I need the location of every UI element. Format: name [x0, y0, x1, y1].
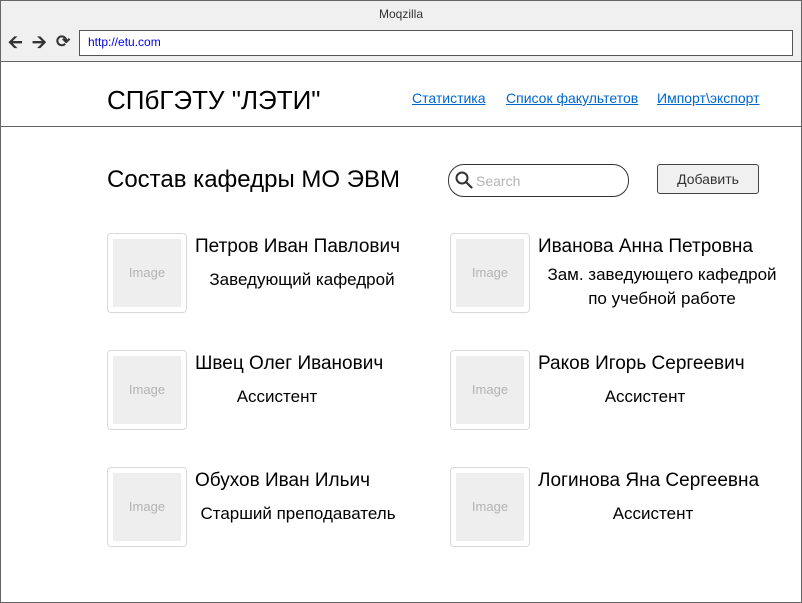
person-name: Обухов Иван Ильич — [195, 470, 370, 491]
person-photo: Image — [107, 350, 187, 430]
image-placeholder-label: Image — [471, 382, 509, 397]
person-name: Швец Олег Иванович — [195, 353, 384, 374]
person-photo: Image — [107, 233, 187, 313]
add-button[interactable]: Добавить — [657, 164, 759, 194]
nav-link-faculties[interactable]: Список факультетов — [506, 90, 638, 106]
person-name: Логинова Яна Сергеевна — [538, 470, 760, 491]
person-photo: Image — [450, 350, 530, 430]
person-photo: Image — [107, 467, 187, 547]
person-name: Раков Игорь Сергеевич — [538, 353, 745, 374]
nav-link-import-export[interactable]: Импорт\экспорт — [657, 90, 760, 106]
person-name: Петров Иван Павлович — [195, 236, 401, 257]
person-role-line-1: Зам. заведующего кафедрой — [547, 265, 777, 284]
address-bar[interactable] — [79, 30, 796, 56]
person-photo: Image — [450, 233, 530, 313]
person-name: Иванова Анна Петровна — [538, 236, 753, 257]
back-arrow-icon[interactable]: 🡨 — [8, 32, 23, 52]
search-icon — [455, 171, 473, 189]
image-placeholder-label: Image — [471, 265, 509, 280]
search-box[interactable] — [448, 164, 629, 197]
image-placeholder-label: Image — [128, 382, 166, 397]
person-role: Ассистент — [236, 387, 318, 406]
person-role: Ассистент — [604, 387, 686, 406]
site-title: СПбГЭТУ "ЛЭТИ" — [107, 85, 321, 115]
person-role-line-2: по учебной работе — [588, 289, 736, 308]
image-placeholder-label: Image — [471, 499, 509, 514]
browser-window: Moqzilla 🡨 🡪 ⟳ СПбГЭТУ "ЛЭТИ" Статистика… — [0, 0, 802, 603]
browser-chrome: Moqzilla 🡨 🡪 ⟳ — [1, 1, 801, 62]
forward-arrow-icon[interactable]: 🡪 — [32, 32, 47, 52]
image-placeholder-label: Image — [128, 499, 166, 514]
page-title: Состав кафедры МО ЭВМ — [107, 166, 400, 193]
person-role: Старший преподаватель — [200, 504, 396, 523]
search-input[interactable] — [474, 170, 618, 192]
url-input[interactable] — [80, 31, 796, 53]
person-photo: Image — [450, 467, 530, 547]
person-role: Ассистент — [612, 504, 694, 523]
nav-link-statistics[interactable]: Статистика — [412, 90, 486, 106]
person-role: Заведующий кафедрой — [209, 270, 395, 289]
window-title: Moqzilla — [378, 7, 423, 21]
image-placeholder-label: Image — [128, 265, 166, 280]
header-divider — [1, 126, 801, 127]
reload-icon[interactable]: ⟳ — [56, 32, 70, 52]
